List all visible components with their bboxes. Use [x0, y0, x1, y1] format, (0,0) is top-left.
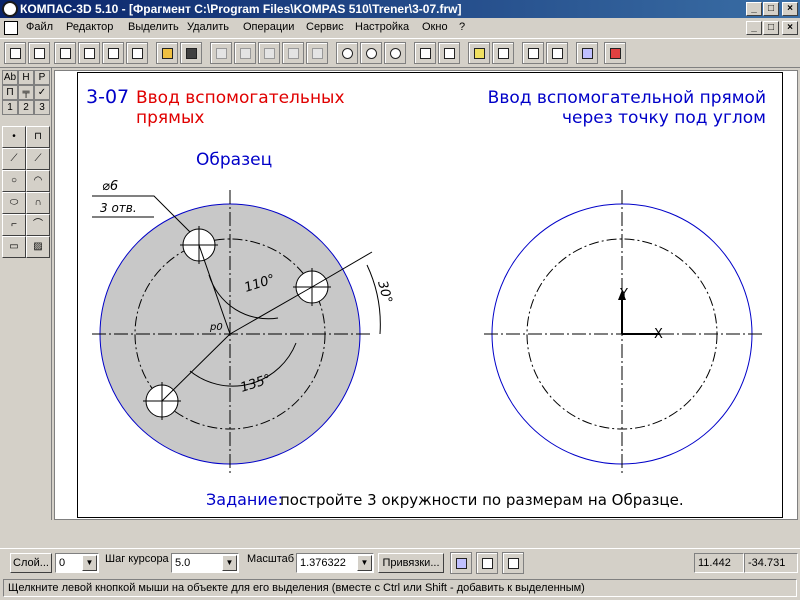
drawing-svg: 3-07 Ввод вспомогательных прямых Ввод вс… [86, 86, 766, 509]
angle-30-arc [366, 264, 381, 335]
scale-value: 1.376322 [300, 557, 346, 569]
task-text: постройте 3 окружности по размерам на Об… [280, 491, 684, 509]
exercise-number: 3-07 [86, 86, 129, 108]
hint-text: Щелкните левой кнопкой мыши на объекте д… [3, 579, 797, 597]
snaps-button[interactable]: Привязки... [378, 553, 444, 573]
layer-value: 0 [59, 557, 66, 569]
exercise-title-line2: прямых [136, 108, 204, 128]
step-label: Шаг курсора [105, 553, 169, 565]
snap-toggle-icon[interactable] [450, 552, 472, 574]
axis-x-label: X [654, 327, 663, 342]
sample-part [92, 190, 381, 474]
dim-diameter: ⌀6 [102, 179, 118, 194]
chevron-down-icon[interactable]: ▼ [357, 555, 372, 571]
grid-icon[interactable] [476, 552, 498, 574]
right-title-line1: Ввод вспомогательной прямой [488, 88, 766, 108]
chevron-down-icon[interactable]: ▼ [222, 555, 237, 571]
scale-select[interactable]: 1.376322 ▼ [296, 553, 374, 573]
task-label: Задание: [206, 490, 283, 509]
coord-x: 11.442 [694, 553, 744, 573]
chevron-down-icon[interactable]: ▼ [82, 555, 97, 571]
layer-button[interactable]: Слой... [10, 553, 52, 573]
dim-holes: 3 отв. [100, 201, 137, 215]
right-title-line2: через точку под углом [562, 108, 766, 128]
scale-label: Масштаб [247, 553, 295, 565]
ortho-icon[interactable] [502, 552, 524, 574]
dim-r0: р0 [209, 322, 223, 333]
status-panel: Слой... 0 ▼ Шаг курсора 5.0 ▼ Масштаб 1.… [0, 548, 800, 576]
coord-y: -34.731 [744, 553, 798, 573]
dim-angle-30: 30° [374, 279, 394, 305]
axis-y-label: Y [619, 287, 628, 302]
step-select[interactable]: 5.0 ▼ [171, 553, 239, 573]
exercise-title-line1: Ввод вспомогательных [136, 88, 345, 108]
layer-select[interactable]: 0 ▼ [55, 553, 99, 573]
sample-label: Образец [196, 150, 272, 170]
hint-bar: Щелкните левой кнопкой мыши на объекте д… [0, 576, 800, 600]
target-part [484, 190, 762, 474]
step-value: 5.0 [175, 557, 191, 569]
